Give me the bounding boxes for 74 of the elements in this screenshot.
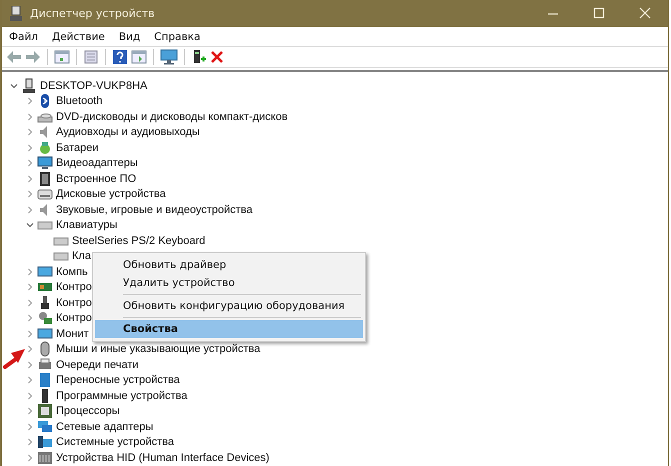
help-icon[interactable] xyxy=(112,49,128,65)
tree-item[interactable]: Дисковые устройства xyxy=(56,188,166,200)
expand-chevron-icon[interactable] xyxy=(26,159,34,168)
expand-chevron-icon[interactable] xyxy=(26,190,34,198)
menu-item[interactable]: Вид xyxy=(112,30,148,42)
menu-item[interactable]: Файл xyxy=(2,30,46,42)
expand-chevron-icon[interactable] xyxy=(26,454,34,462)
computer-icon xyxy=(21,78,37,94)
tree-item[interactable]: DVD-дисководы и дисководы компакт-дисков xyxy=(56,110,288,123)
tree-item[interactable]: Видеоадаптеры xyxy=(56,157,138,170)
device-add-icon[interactable] xyxy=(191,49,207,65)
tree-item[interactable]: Компь xyxy=(56,266,88,278)
expand-chevron-icon[interactable] xyxy=(26,438,34,446)
tree-item[interactable]: Монит xyxy=(56,328,89,340)
tree-item[interactable]: Переносные устройства xyxy=(56,374,180,386)
tree-item[interactable]: Мыши и иные указывающие устройства xyxy=(56,343,260,356)
tree-item[interactable]: Клавиатуры xyxy=(56,219,118,232)
tree-item[interactable]: Контро xyxy=(56,281,92,294)
monitor-icon[interactable] xyxy=(160,49,178,65)
tree-item[interactable]: Контро xyxy=(56,296,92,309)
tree-item[interactable]: Встроенное ПО xyxy=(56,172,136,185)
expand-chevron-icon[interactable] xyxy=(26,360,34,369)
expand-chevron-icon[interactable] xyxy=(26,174,34,183)
tree-item[interactable]: Сетевые адаптеры xyxy=(56,420,154,433)
computer-icon xyxy=(9,6,23,22)
tree-item[interactable]: Очереди печати xyxy=(56,358,139,371)
forward-button[interactable] xyxy=(25,50,41,64)
window-icon[interactable] xyxy=(54,50,70,64)
tree-item[interactable]: Батареи xyxy=(56,142,99,154)
expand-chevron-icon[interactable] xyxy=(26,407,34,416)
tree-item[interactable]: Системные устройства xyxy=(56,436,174,448)
expand-chevron-icon[interactable] xyxy=(26,392,34,400)
delete-icon[interactable] xyxy=(210,50,224,64)
expand-chevron-icon[interactable] xyxy=(26,314,34,322)
window-icon[interactable] xyxy=(131,50,147,64)
expand-chevron-icon[interactable] xyxy=(26,128,34,136)
network-icon xyxy=(37,418,53,435)
list-icon[interactable] xyxy=(83,50,99,64)
expand-chevron-icon[interactable] xyxy=(26,376,34,384)
collapse-chevron-icon[interactable] xyxy=(10,82,18,90)
menu-item[interactable]: Справка xyxy=(147,30,208,42)
menu-item[interactable]: Обновить конфигурацию оборудования xyxy=(95,297,363,315)
tree-item[interactable]: Bluetooth xyxy=(56,95,102,108)
back-button[interactable] xyxy=(6,50,22,64)
menu-item[interactable]: Свойства xyxy=(95,320,363,338)
tree-item[interactable]: Контро xyxy=(56,312,92,324)
tree-item[interactable]: Аудиовходы и аудиовыходы xyxy=(56,126,200,138)
expand-chevron-icon[interactable] xyxy=(26,97,34,106)
window-title: Диспетчер устройств xyxy=(30,7,155,20)
tree-item[interactable]: Кла xyxy=(72,250,91,262)
tree-item[interactable]: Устройства HID (Human Interface Devices) xyxy=(56,452,270,464)
menu-item[interactable]: Действие xyxy=(45,30,112,42)
tree-item[interactable]: Программные устройства xyxy=(56,390,188,402)
expand-chevron-icon[interactable] xyxy=(26,422,34,431)
processor-icon xyxy=(37,403,53,420)
tree-item[interactable]: SteelSeries PS/2 Keyboard xyxy=(72,234,206,247)
expand-chevron-icon[interactable] xyxy=(26,112,34,121)
tree-item[interactable]: DESKTOP-VUKP8HA xyxy=(40,80,148,92)
battery-icon xyxy=(37,140,53,156)
expand-chevron-icon[interactable] xyxy=(26,268,34,276)
expand-chevron-icon[interactable] xyxy=(26,330,34,338)
expand-chevron-icon[interactable] xyxy=(26,144,34,152)
expand-chevron-icon[interactable] xyxy=(26,345,34,354)
expand-chevron-icon[interactable] xyxy=(26,298,34,307)
expand-chevron-icon[interactable] xyxy=(26,283,34,292)
expand-chevron-icon[interactable] xyxy=(26,206,34,214)
tablet-icon xyxy=(37,372,53,388)
collapse-chevron-icon[interactable] xyxy=(26,221,34,230)
monitor-icon xyxy=(37,155,53,172)
tree-item[interactable]: Процессоры xyxy=(56,405,120,418)
tree-item[interactable]: Звуковые, игровые и видеоустройства xyxy=(56,204,252,216)
pointer-arrow xyxy=(2,348,26,370)
menu-item[interactable]: Удалить устройство xyxy=(95,274,363,292)
menu-item[interactable]: Обновить драйвер xyxy=(95,256,363,274)
